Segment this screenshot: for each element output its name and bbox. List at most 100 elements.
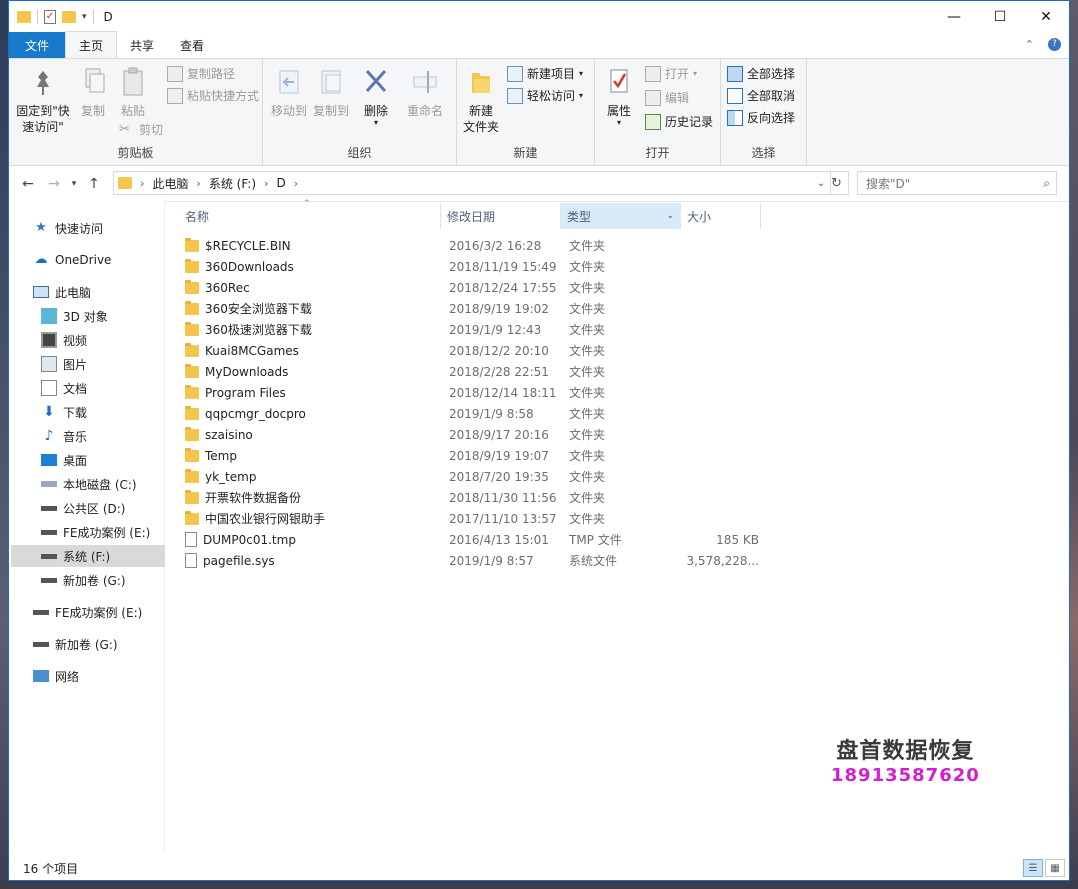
- breadcrumb-this-pc[interactable]: 此电脑: [152, 175, 188, 192]
- help-icon[interactable]: ?: [1048, 38, 1061, 51]
- pin-quick-access-button[interactable]: 固定到"快 速访问": [13, 65, 73, 135]
- file-type: 文件夹: [569, 386, 606, 400]
- file-row[interactable]: szaisino 2018/9/17 20:16 文件夹: [185, 424, 765, 445]
- file-date: 2018/9/19 19:07: [449, 448, 549, 463]
- edit-button[interactable]: 编辑: [645, 89, 689, 106]
- rename-button[interactable]: 重命名: [403, 65, 447, 119]
- select-all-button[interactable]: 全部选择: [727, 65, 795, 82]
- file-row[interactable]: Program Files 2018/12/14 18:11 文件夹: [185, 382, 765, 403]
- breadcrumb-drive-f[interactable]: 系统 (F:): [209, 175, 256, 192]
- history-button[interactable]: 历史记录: [645, 113, 713, 130]
- refresh-button[interactable]: ↻: [825, 171, 849, 195]
- folder-icon: [185, 363, 199, 378]
- file-row[interactable]: Kuai8MCGames 2018/12/2 20:10 文件夹: [185, 340, 765, 361]
- nav-music[interactable]: ♪ 音乐: [41, 425, 87, 447]
- collapse-ribbon-icon[interactable]: ⌃: [1025, 38, 1034, 51]
- file-row[interactable]: yk_temp 2018/7/20 19:35 文件夹: [185, 466, 765, 487]
- nav-drive-f[interactable]: 系统 (F:): [11, 545, 165, 567]
- column-header-date[interactable]: 修改日期: [441, 203, 561, 229]
- nav-onedrive[interactable]: ☁ OneDrive: [33, 249, 112, 271]
- close-button[interactable]: ✕: [1023, 1, 1069, 32]
- file-name: 360Downloads: [205, 259, 294, 274]
- clipboard-group-label: 剪贴板: [117, 146, 154, 160]
- new-folder-icon[interactable]: [62, 10, 76, 23]
- file-row[interactable]: qqpcmgr_docpro 2019/1/9 8:58 文件夹: [185, 403, 765, 424]
- nav-3d-objects[interactable]: 3D 对象: [41, 305, 108, 327]
- file-row[interactable]: 360安全浏览器下载 2018/9/19 19:02 文件夹: [185, 298, 765, 319]
- file-row[interactable]: 360Downloads 2018/11/19 15:49 文件夹: [185, 256, 765, 277]
- folder-icon: [118, 177, 132, 189]
- maximize-button[interactable]: ☐: [977, 1, 1023, 32]
- file-row[interactable]: pagefile.sys 2019/1/9 8:57 系统文件 3,578,228..…: [185, 550, 765, 571]
- search-input[interactable]: 搜索"D" ⌕: [857, 171, 1057, 195]
- file-row[interactable]: $RECYCLE.BIN 2016/3/2 16:28 文件夹: [185, 235, 765, 256]
- tab-home[interactable]: 主页: [65, 31, 118, 58]
- nav-pictures[interactable]: 图片: [41, 353, 87, 375]
- tab-share[interactable]: 共享: [117, 32, 167, 58]
- recent-dropdown-icon[interactable]: ▾: [67, 179, 81, 189]
- details-view-icon[interactable]: ☰: [1023, 859, 1043, 877]
- breadcrumb-d[interactable]: D: [276, 176, 285, 190]
- drive-icon: [41, 553, 57, 559]
- file-row[interactable]: MyDownloads 2018/2/28 22:51 文件夹: [185, 361, 765, 382]
- chevron-right-icon[interactable]: ›: [294, 177, 298, 190]
- nav-network[interactable]: 网络: [33, 665, 79, 687]
- nav-videos[interactable]: 视频: [41, 329, 87, 351]
- address-bar[interactable]: › 此电脑 › 系统 (F:) › D › ⌄: [113, 171, 831, 195]
- nav-drive-c[interactable]: 本地磁盘 (C:): [41, 473, 137, 495]
- nav-drive-g[interactable]: 新加卷 (G:): [41, 569, 126, 591]
- open-icon: [645, 65, 661, 82]
- properties-check-icon[interactable]: ✓: [44, 9, 56, 24]
- copy-to-button[interactable]: 复制到: [311, 65, 351, 119]
- nav-desktop[interactable]: 桌面: [41, 449, 87, 471]
- file-row[interactable]: Temp 2018/9/19 19:07 文件夹: [185, 445, 765, 466]
- chevron-down-icon[interactable]: ⌄: [666, 211, 674, 221]
- nav-drive-e[interactable]: FE成功案例 (E:): [41, 521, 150, 543]
- file-row[interactable]: 中国农业银行网银助手 2017/11/10 13:57 文件夹: [185, 508, 765, 529]
- large-icons-view-icon[interactable]: ▦: [1045, 859, 1065, 877]
- column-header-name[interactable]: 名称 ⌃: [179, 199, 441, 229]
- nav-documents[interactable]: 文档: [41, 377, 87, 399]
- nav-this-pc[interactable]: 此电脑: [33, 281, 91, 303]
- back-arrow-icon[interactable]: ←: [15, 176, 41, 192]
- cut-button[interactable]: ✂ 剪切: [119, 121, 163, 138]
- select-none-button[interactable]: 全部取消: [727, 87, 795, 104]
- chevron-right-icon[interactable]: ›: [264, 177, 268, 190]
- open-button[interactable]: 打开 ▾: [645, 65, 697, 82]
- delete-button[interactable]: 删除 ▾: [359, 65, 393, 127]
- copy-path-button[interactable]: 复制路径: [167, 65, 235, 82]
- tab-file[interactable]: 文件: [9, 32, 65, 58]
- up-arrow-icon[interactable]: ↑: [81, 176, 107, 192]
- nav-drive-g-root[interactable]: 新加卷 (G:): [33, 633, 118, 655]
- copy-to-icon: [321, 70, 341, 94]
- nav-quick-access[interactable]: ★ 快速访问: [33, 217, 103, 239]
- tab-view[interactable]: 查看: [167, 32, 217, 58]
- file-row[interactable]: 360Rec 2018/12/24 17:55 文件夹: [185, 277, 765, 298]
- nav-downloads[interactable]: ⬇ 下载: [41, 401, 87, 423]
- paste-shortcut-button[interactable]: 粘贴快捷方式: [167, 87, 259, 104]
- column-header-type[interactable]: 类型 ⌄: [561, 203, 681, 229]
- customize-qat-icon[interactable]: ▾: [82, 12, 87, 22]
- file-name: 中国农业银行网银助手: [205, 512, 326, 526]
- column-header-size[interactable]: 大小: [681, 203, 761, 229]
- chevron-right-icon[interactable]: ›: [196, 177, 200, 190]
- properties-button[interactable]: 属性 ▾: [599, 65, 639, 127]
- forward-arrow-icon[interactable]: →: [41, 176, 67, 192]
- nav-drive-e-root[interactable]: FE成功案例 (E:): [33, 601, 142, 623]
- move-to-button[interactable]: 移动到: [269, 65, 309, 119]
- properties-dropdown-icon[interactable]: ▾: [617, 119, 621, 127]
- nav-label: 音乐: [63, 429, 88, 444]
- new-folder-button[interactable]: 新建 文件夹: [461, 65, 501, 135]
- nav-drive-d[interactable]: 公共区 (D:): [41, 497, 125, 519]
- new-item-button[interactable]: 新建项目 ▾: [507, 65, 583, 82]
- easy-access-button[interactable]: 轻松访问 ▾: [507, 87, 583, 104]
- paste-button[interactable]: 粘贴: [113, 65, 153, 119]
- delete-dropdown-icon[interactable]: ▾: [374, 119, 378, 127]
- drive-icon: [33, 609, 49, 615]
- file-row[interactable]: DUMP0c01.tmp 2016/4/13 15:01 TMP 文件 185 KB: [185, 529, 765, 550]
- invert-selection-button[interactable]: 反向选择: [727, 109, 795, 126]
- minimize-button[interactable]: —: [931, 1, 977, 32]
- file-row[interactable]: 开票软件数据备份 2018/11/30 11:56 文件夹: [185, 487, 765, 508]
- copy-button[interactable]: 复制: [73, 65, 113, 119]
- file-row[interactable]: 360极速浏览器下载 2019/1/9 12:43 文件夹: [185, 319, 765, 340]
